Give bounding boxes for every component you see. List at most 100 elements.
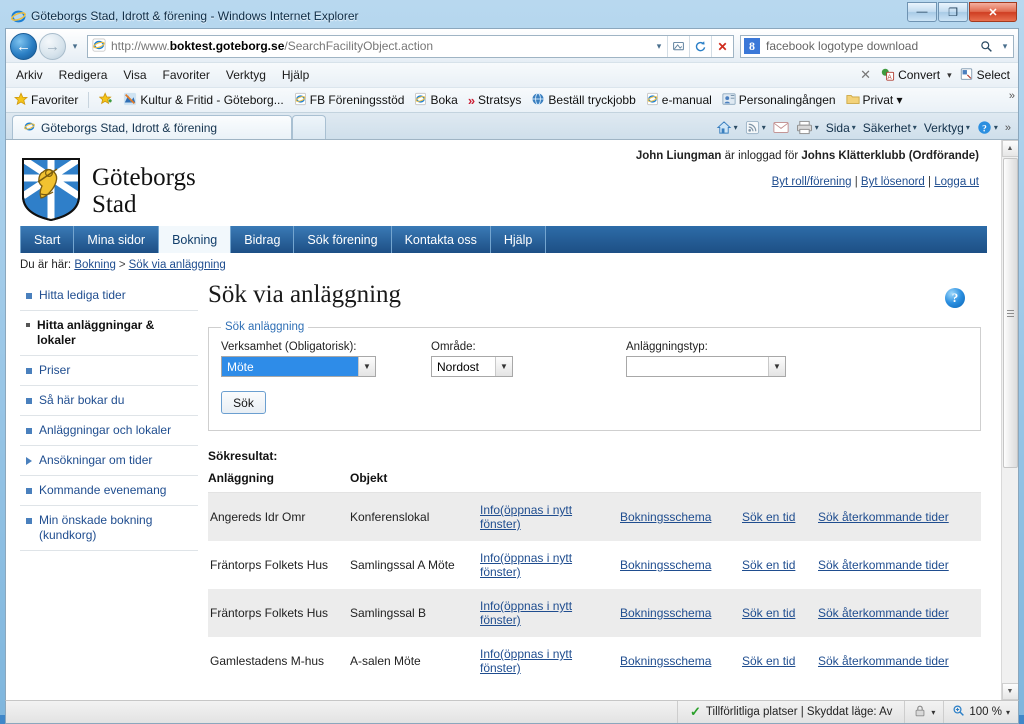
add-to-favorites-button[interactable] <box>95 90 117 111</box>
nav-tab-bidrag[interactable]: Bidrag <box>231 226 295 253</box>
breadcrumb-link-bokning[interactable]: Bokning <box>74 259 116 271</box>
search-recurring-link[interactable]: Sök återkommande tider <box>818 510 949 524</box>
sidebar-item-hitta-lediga-tider[interactable]: Hitta lediga tider <box>20 281 198 311</box>
commandbar-overflow-icon[interactable]: » <box>1002 121 1014 135</box>
address-dropdown-icon[interactable]: ▾ <box>651 36 667 57</box>
favorites-button[interactable]: Favoriter <box>10 90 82 111</box>
search-one-time-link[interactable]: Sök en tid <box>742 558 795 572</box>
bookingschedule-link[interactable]: Bokningsschema <box>620 606 711 620</box>
menu-item-redigera[interactable]: Redigera <box>51 65 116 85</box>
recent-pages-dropdown-icon[interactable]: ▾ <box>68 41 82 52</box>
search-submit-icon[interactable] <box>975 36 997 57</box>
security-zone-status[interactable]: ✓ Tillförlitliga platser | Skyddat läge:… <box>677 701 904 723</box>
search-recurring-link[interactable]: Sök återkommande tider <box>818 606 949 620</box>
scroll-up-button[interactable]: ▲ <box>1001 140 1018 157</box>
search-one-time-link[interactable]: Sök en tid <box>742 654 795 668</box>
logout-link[interactable]: Logga ut <box>934 176 979 188</box>
chevron-down-icon[interactable]: ▼ <box>768 357 785 376</box>
nav-tab-start[interactable]: Start <box>20 226 75 253</box>
sidebar-item-priser[interactable]: Priser <box>20 356 198 386</box>
favorite-fb-foreningsstod[interactable]: FB Föreningsstöd <box>290 90 409 111</box>
home-button[interactable]: ▾ <box>713 119 741 136</box>
search-box[interactable]: 8 facebook logotype download ▾ <box>740 34 1014 58</box>
favorite-e-manual[interactable]: e-manual <box>642 90 716 111</box>
address-bar[interactable]: http://www.boktest.goteborg.se/SearchFac… <box>87 34 734 58</box>
nav-tab-kontakta-oss[interactable]: Kontakta oss <box>391 226 491 253</box>
zoom-control[interactable]: 100 % ▾ <box>943 701 1018 723</box>
favorite-boka[interactable]: Boka <box>410 90 461 111</box>
info-link[interactable]: Info(öppnas i nytt fönster) <box>480 647 572 675</box>
breadcrumb-link-sok-via-anlaggning[interactable]: Sök via anläggning <box>129 259 226 271</box>
back-button[interactable]: ← <box>10 32 37 60</box>
chevron-down-icon[interactable]: ▼ <box>495 357 512 376</box>
tools-menu-button[interactable]: Verktyg ▾ <box>921 120 973 136</box>
menu-item-arkiv[interactable]: Arkiv <box>8 65 51 85</box>
search-submit-button[interactable]: Sök <box>221 391 266 414</box>
menu-item-visa[interactable]: Visa <box>115 65 154 85</box>
sidebar-item-hitta-anlaggningar-lokaler[interactable]: Hitta anläggningar & lokaler <box>20 311 198 356</box>
change-password-link[interactable]: Byt lösenord <box>861 176 925 188</box>
help-icon[interactable]: ? <box>945 288 965 308</box>
home-dropdown-icon[interactable]: ▾ <box>734 123 738 132</box>
stop-icon[interactable] <box>711 35 733 57</box>
favorite-personalingangen[interactable]: Personalingången <box>718 90 840 111</box>
search-input[interactable]: facebook logotype download <box>766 39 975 53</box>
compatibility-view-icon[interactable] <box>667 35 689 57</box>
search-one-time-link[interactable]: Sök en tid <box>742 510 795 524</box>
browser-tab-active[interactable]: Göteborgs Stad, Idrott & förening <box>12 115 292 139</box>
sidebar-item-ansokningar-om-tider[interactable]: Ansökningar om tider <box>20 446 198 476</box>
help-menu-button[interactable]: ? ▾ <box>974 119 1001 136</box>
privacy-dropdown-icon[interactable]: ▾ <box>931 708 935 717</box>
info-link[interactable]: Info(öppnas i nytt fönster) <box>480 551 572 579</box>
search-recurring-link[interactable]: Sök återkommande tider <box>818 654 949 668</box>
page-dropdown-icon[interactable]: ▾ <box>852 123 856 132</box>
search-one-time-link[interactable]: Sök en tid <box>742 606 795 620</box>
feeds-button[interactable]: ▾ <box>742 119 769 136</box>
info-link[interactable]: Info(öppnas i nytt fönster) <box>480 599 572 627</box>
nav-tab-sok-forening[interactable]: Sök förening <box>294 226 392 253</box>
sidebar-item-kommande-evenemang[interactable]: Kommande evenemang <box>20 476 198 506</box>
page-menu-button[interactable]: Sida ▾ <box>823 120 859 136</box>
bookingschedule-link[interactable]: Bokningsschema <box>620 510 711 524</box>
read-mail-button[interactable] <box>770 120 792 135</box>
help-dropdown-icon[interactable]: ▾ <box>994 123 998 132</box>
omrade-select[interactable]: Nordost ▼ <box>431 356 513 377</box>
page-scrollbar[interactable]: ▲ ▼ <box>1001 140 1018 700</box>
change-role-link[interactable]: Byt roll/förening <box>772 176 852 188</box>
maximize-button[interactable]: ❐ <box>938 2 968 22</box>
nav-tab-mina-sidor[interactable]: Mina sidor <box>74 226 160 253</box>
safety-dropdown-icon[interactable]: ▾ <box>913 123 917 132</box>
convert-dropdown-icon[interactable]: ▾ <box>943 70 956 81</box>
search-provider-dropdown-icon[interactable]: ▾ <box>997 36 1013 57</box>
select-button[interactable]: Select <box>977 68 1010 82</box>
privacy-status[interactable]: ▾ <box>904 701 943 723</box>
convert-button[interactable]: Convert <box>898 68 940 82</box>
menu-item-hjalp[interactable]: Hjälp <box>274 65 317 85</box>
favorite-stratsys[interactable]: » Stratsys <box>464 91 526 110</box>
scrollbar-thumb[interactable] <box>1003 158 1018 468</box>
scroll-down-button[interactable]: ▼ <box>1001 683 1018 700</box>
menu-item-verktyg[interactable]: Verktyg <box>218 65 274 85</box>
sidebar-item-min-onskade-bokning[interactable]: Min önskade bokning (kundkorg) <box>20 506 198 551</box>
info-link[interactable]: Info(öppnas i nytt fönster) <box>480 503 572 531</box>
forward-button[interactable]: → <box>39 32 66 60</box>
favorites-overflow-icon[interactable]: » <box>1009 90 1015 102</box>
sidebar-item-anlaggningar-och-lokaler[interactable]: Anläggningar och lokaler <box>20 416 198 446</box>
favorite-kultur-fritid[interactable]: Kultur & Fritid - Göteborg... <box>119 90 287 111</box>
search-recurring-link[interactable]: Sök återkommande tider <box>818 558 949 572</box>
new-tab-button[interactable] <box>292 115 326 139</box>
print-dropdown-icon[interactable]: ▾ <box>815 123 819 132</box>
addon-close-icon[interactable]: ✕ <box>854 67 877 83</box>
zoom-dropdown-icon[interactable]: ▾ <box>1006 708 1010 717</box>
bookingschedule-link[interactable]: Bokningsschema <box>620 558 711 572</box>
nav-tab-bokning[interactable]: Bokning <box>159 226 232 253</box>
refresh-icon[interactable] <box>689 35 711 57</box>
sidebar-item-sa-har-bokar-du[interactable]: Så här bokar du <box>20 386 198 416</box>
anlaggningstyp-select[interactable]: ▼ <box>626 356 786 377</box>
close-button[interactable]: ✕ <box>969 2 1017 22</box>
tools-dropdown-icon[interactable]: ▾ <box>966 123 970 132</box>
bookingschedule-link[interactable]: Bokningsschema <box>620 654 711 668</box>
nav-tab-hjalp[interactable]: Hjälp <box>490 226 547 253</box>
verksamhet-select[interactable]: Möte ▼ <box>221 356 376 377</box>
favorite-bestall-tryckjobb[interactable]: Beställ tryckjobb <box>527 90 639 111</box>
